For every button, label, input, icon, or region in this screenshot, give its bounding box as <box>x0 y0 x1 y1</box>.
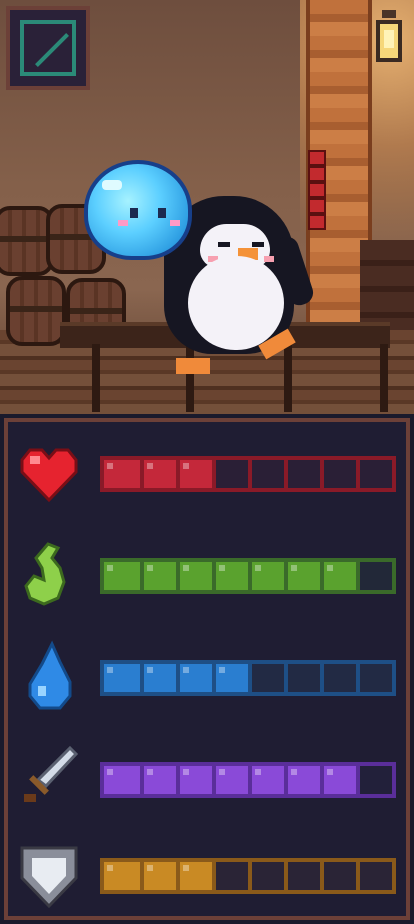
health-bar-segment <box>284 460 320 488</box>
mana-bar-segment <box>356 664 392 692</box>
attack-bar-segment <box>212 766 248 794</box>
health-bar-segment <box>104 460 140 488</box>
mana-bar-segment <box>104 664 140 692</box>
stat-defense <box>14 836 400 916</box>
slime-character[interactable] <box>84 160 192 260</box>
stamina-bar-segment <box>320 562 356 590</box>
lantern-icon <box>372 10 406 68</box>
attack-bar-segment <box>140 766 176 794</box>
defense-bar-segment <box>320 862 356 890</box>
stat-stamina <box>14 536 400 616</box>
heart-icon <box>20 448 78 503</box>
table-leg <box>380 344 388 412</box>
health-bar-segment <box>248 460 284 488</box>
stamina-bar-segment <box>176 562 212 590</box>
stamina-bar-segment <box>248 562 284 590</box>
frame-icon <box>20 20 76 76</box>
attack-bar-segment <box>356 766 392 794</box>
mana-bar-segment <box>248 664 284 692</box>
stamina-bar-segment <box>212 562 248 590</box>
stat-mana <box>14 638 400 718</box>
attack-bar-segment <box>176 766 212 794</box>
stamina-bar <box>100 558 396 594</box>
stamina-bar-segment <box>356 562 392 590</box>
health-bar-segment <box>140 460 176 488</box>
mana-bar-segment <box>212 664 248 692</box>
stat-attack <box>14 740 400 820</box>
attack-bar-segment <box>284 766 320 794</box>
defense-bar-segment <box>104 862 140 890</box>
health-bar-segment <box>212 460 248 488</box>
health-bar-segment <box>176 460 212 488</box>
stamina-bar-segment <box>104 562 140 590</box>
mana-bar <box>100 660 396 696</box>
defense-bar <box>100 858 396 894</box>
barrel <box>6 276 66 346</box>
menu-button[interactable] <box>6 6 90 90</box>
shield-icon <box>20 846 78 909</box>
attack-bar-segment <box>248 766 284 794</box>
stamina-bar-segment <box>140 562 176 590</box>
defense-bar-segment <box>140 862 176 890</box>
defense-bar-segment <box>284 862 320 890</box>
mana-bar-segment <box>284 664 320 692</box>
mana-bar-segment <box>320 664 356 692</box>
stat-health <box>14 434 400 514</box>
game-scene <box>0 0 414 414</box>
stamina-bar-segment <box>284 562 320 590</box>
flame-icon <box>24 542 66 606</box>
defense-bar-segment <box>248 862 284 890</box>
mana-bar-segment <box>140 664 176 692</box>
defense-bar-segment <box>212 862 248 890</box>
mana-bar-segment <box>176 664 212 692</box>
attack-bar-segment <box>320 766 356 794</box>
attack-bar-segment <box>104 766 140 794</box>
water-drop-icon <box>28 640 72 710</box>
background-shelf <box>360 240 414 330</box>
health-bar-segment <box>356 460 392 488</box>
attack-bar <box>100 762 396 798</box>
stats-panel <box>4 418 410 920</box>
defense-bar-segment <box>176 862 212 890</box>
health-bar <box>100 456 396 492</box>
table-leg <box>92 344 100 412</box>
defense-bar-segment <box>356 862 392 890</box>
sword-icon <box>24 745 79 802</box>
health-bar-segment <box>320 460 356 488</box>
